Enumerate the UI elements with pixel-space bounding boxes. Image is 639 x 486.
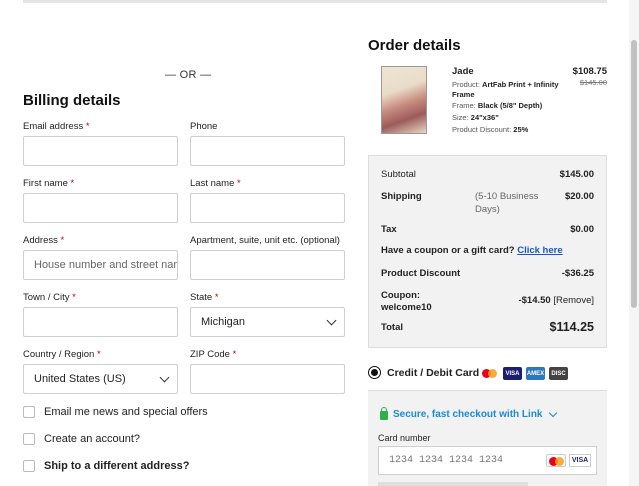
visa-icon: VISA <box>503 367 522 380</box>
state-value: Michigan <box>201 316 246 328</box>
product-price: $108.75 <box>572 66 607 77</box>
phone-field[interactable] <box>190 136 345 166</box>
first-name-field[interactable] <box>23 193 178 223</box>
shipping-label: Shipping <box>381 191 422 202</box>
chevron-down-icon <box>326 315 337 326</box>
ship-different-checkbox[interactable]: Ship to a different address? <box>23 460 189 472</box>
product-frame: Frame: Black (5/8" Depth) <box>452 101 543 110</box>
lock-icon <box>380 407 388 420</box>
state-select[interactable]: Michigan <box>190 307 345 337</box>
coupon-value: -$14.50 [Remove] <box>518 295 594 306</box>
first-name-label: First name * <box>23 178 75 189</box>
state-label: State * <box>190 292 219 303</box>
email-label: Email address * <box>23 121 90 132</box>
create-account-label: Create an account? <box>44 433 141 445</box>
checkout-page: — OR — Billing details Email address * P… <box>0 0 639 486</box>
country-select[interactable]: United States (US) <box>23 364 178 394</box>
product-size: Size: 24"x36" <box>452 113 499 122</box>
town-label: Town / City * <box>23 292 76 303</box>
total-value: $114.25 <box>549 320 595 334</box>
checkbox-box[interactable] <box>23 406 35 418</box>
email-field[interactable] <box>23 136 178 166</box>
country-value: United States (US) <box>34 373 126 385</box>
product-name: Jade <box>452 66 474 77</box>
product-discount-label: Product Discount <box>381 268 461 279</box>
product-discount-value: -$36.25 <box>561 268 594 279</box>
shipping-value: $20.00 <box>564 191 594 202</box>
top-divider <box>23 0 607 3</box>
link-checkout-text: Secure, fast checkout with Link <box>393 409 543 420</box>
shipping-note: (5-10 Business Days) <box>475 191 539 215</box>
product-old-price: $145.00 <box>579 78 607 87</box>
country-label: Country / Region * <box>23 349 101 360</box>
zip-label: ZIP Code * <box>190 349 237 360</box>
address-field[interactable]: House number and street name <box>23 250 178 280</box>
coupon-label: Coupon: welcome10 <box>381 290 432 313</box>
checkbox-box[interactable] <box>23 460 35 472</box>
email-news-checkbox[interactable]: Email me news and special offers <box>23 406 208 418</box>
tax-label: Tax <box>381 224 397 235</box>
amex-icon: AMEX <box>526 367 545 380</box>
visa-icon: VISA <box>569 454 591 467</box>
payment-method-label: Credit / Debit Card <box>387 366 480 379</box>
create-account-checkbox[interactable]: Create an account? <box>23 433 140 445</box>
last-name-label: Last name * <box>190 178 241 189</box>
subtotal-value: $145.00 <box>559 169 594 180</box>
cutoff-row <box>378 482 528 486</box>
coupon-prompt: Have a coupon or a gift card? Click here <box>381 245 563 256</box>
ship-different-label: Ship to a different address? <box>44 460 190 472</box>
product-thumbnail <box>381 66 427 134</box>
radio-selected-icon[interactable] <box>368 366 381 379</box>
order-title: Order details <box>368 37 461 54</box>
zip-field[interactable] <box>190 364 345 394</box>
discover-icon: DISC <box>549 367 568 380</box>
card-field-brands: VISA <box>546 454 591 467</box>
chevron-down-icon <box>159 372 170 383</box>
remove-coupon-link[interactable]: [Remove] <box>553 295 594 306</box>
subtotal-label: Subtotal <box>381 169 416 180</box>
scrollbar-thumb[interactable] <box>631 40 637 308</box>
coupon-link[interactable]: Click here <box>517 245 562 256</box>
product-type: Product: ArtFab Print + Infinity Frame <box>452 80 559 99</box>
link-checkout-toggle[interactable]: Secure, fast checkout with Link <box>380 407 558 420</box>
tax-value: $0.00 <box>570 224 594 235</box>
card-number-label: Card number <box>378 433 431 443</box>
email-news-label: Email me news and special offers <box>44 406 208 418</box>
mastercard-icon <box>546 454 566 467</box>
product-discount: Product Discount: 25% <box>452 125 529 134</box>
total-label: Total <box>381 322 403 333</box>
apartment-label: Apartment, suite, unit etc. (optional) <box>190 235 340 246</box>
apartment-field[interactable] <box>190 250 345 280</box>
address-label: Address * <box>23 235 65 246</box>
phone-label: Phone <box>190 121 218 132</box>
mastercard-icon <box>480 367 499 380</box>
last-name-field[interactable] <box>190 193 345 223</box>
checkbox-box[interactable] <box>23 433 35 445</box>
billing-title: Billing details <box>23 92 121 109</box>
payment-method-card[interactable]: Credit / Debit Card <box>368 366 479 379</box>
chevron-down-icon <box>549 408 558 418</box>
or-divider: — OR — <box>165 69 212 81</box>
card-brands: VISA AMEX DISC <box>480 367 568 380</box>
town-field[interactable] <box>23 307 178 337</box>
